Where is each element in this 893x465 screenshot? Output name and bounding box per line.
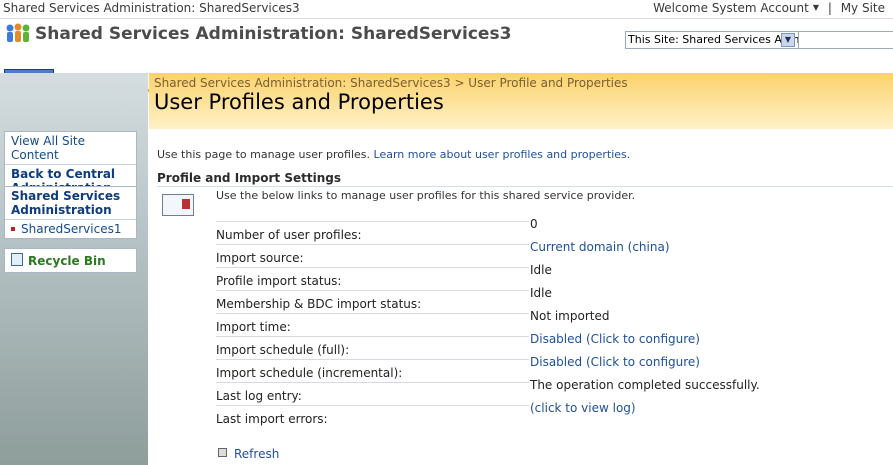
nav-recycle-block: Recycle Bin [4,248,137,273]
top-right-links: Welcome System Account ▼ | My Site [653,1,885,15]
user-profile-icon [162,194,194,216]
sidebar-item-sharedservices1[interactable]: SharedServices1 [5,220,136,238]
property-label: Import schedule (incremental): [216,359,529,381]
section-description: Use the below links to manage user profi… [216,189,636,202]
recycle-bin-link[interactable]: Recycle Bin [5,249,136,272]
property-label: Import schedule (full): [216,336,529,358]
recycle-bin-icon [11,253,23,266]
property-label: Number of user profiles: [216,221,529,243]
breadcrumb[interactable]: Shared Services Administration: SharedSe… [154,76,628,90]
shared-services-admin-link[interactable]: Shared Services Administration [5,187,136,220]
refresh-icon [218,448,227,457]
my-site-link[interactable]: My Site [841,1,885,15]
import-schedule-full-link[interactable]: Disabled (Click to configure) [530,332,700,346]
search-box: This Site: Shared Services Adm ▼ [625,31,893,49]
refresh-button[interactable]: Refresh [218,447,279,461]
welcome-menu[interactable]: Welcome System Account ▼ [653,1,819,15]
search-scope-select[interactable]: This Site: Shared Services Adm [628,33,798,48]
property-label: Membership & BDC import status: [216,290,529,312]
property-label: Profile import status: [216,267,529,289]
site-title: Shared Services Administration: SharedSe… [35,24,512,44]
property-value: Idle [530,263,552,277]
sidebar-item-label: SharedServices1 [21,222,122,236]
global-breadcrumb[interactable]: Shared Services Administration: SharedSe… [3,1,300,15]
bullet-icon [11,227,15,231]
table-row: Last import errors: (click to view log) [216,401,856,428]
page-description: Use this page to manage user profiles. L… [157,148,630,161]
view-log-link[interactable]: (click to view log) [530,401,636,415]
left-navigation: View All Site Content Back to Central Ad… [0,73,148,465]
divider [157,186,893,187]
welcome-label: Welcome System Account [653,1,809,15]
property-value: Idle [530,286,552,300]
property-label: Import time: [216,313,529,335]
refresh-label: Refresh [234,447,280,461]
search-input[interactable] [798,32,893,48]
property-value: Not imported [530,309,610,323]
section-title: Profile and Import Settings [157,171,341,185]
property-value: The operation completed successfully. [530,378,760,392]
recycle-bin-label: Recycle Bin [28,254,106,268]
main-content: Use this page to manage user profiles. L… [149,129,893,465]
title-area: Shared Services Administration: SharedSe… [0,19,893,92]
chevron-down-icon: ▼ [812,3,819,12]
global-top-bar: Shared Services Administration: SharedSe… [0,0,893,19]
page-title-area: Shared Services Administration: SharedSe… [149,73,893,129]
property-label: Last log entry: [216,382,529,404]
import-schedule-incremental-link[interactable]: Disabled (Click to configure) [530,355,700,369]
property-label: Last import errors: [216,405,529,427]
separator: | [827,1,832,15]
view-all-site-content-link[interactable]: View All Site Content [5,132,136,165]
people-logo-icon [6,23,30,42]
profile-properties-table: Number of user profiles: 0 Import source… [216,217,856,428]
import-source-link[interactable]: Current domain (china) [530,240,670,254]
property-value: 0 [530,217,538,231]
page-title: User Profiles and Properties [154,90,444,114]
chevron-down-icon[interactable]: ▼ [781,33,795,47]
description-text: Use this page to manage user profiles. [157,148,371,161]
property-label: Import source: [216,244,529,266]
nav-shared-services-block: Shared Services Administration SharedSer… [4,186,137,239]
learn-more-link[interactable]: Learn more about user profiles and prope… [374,148,631,161]
